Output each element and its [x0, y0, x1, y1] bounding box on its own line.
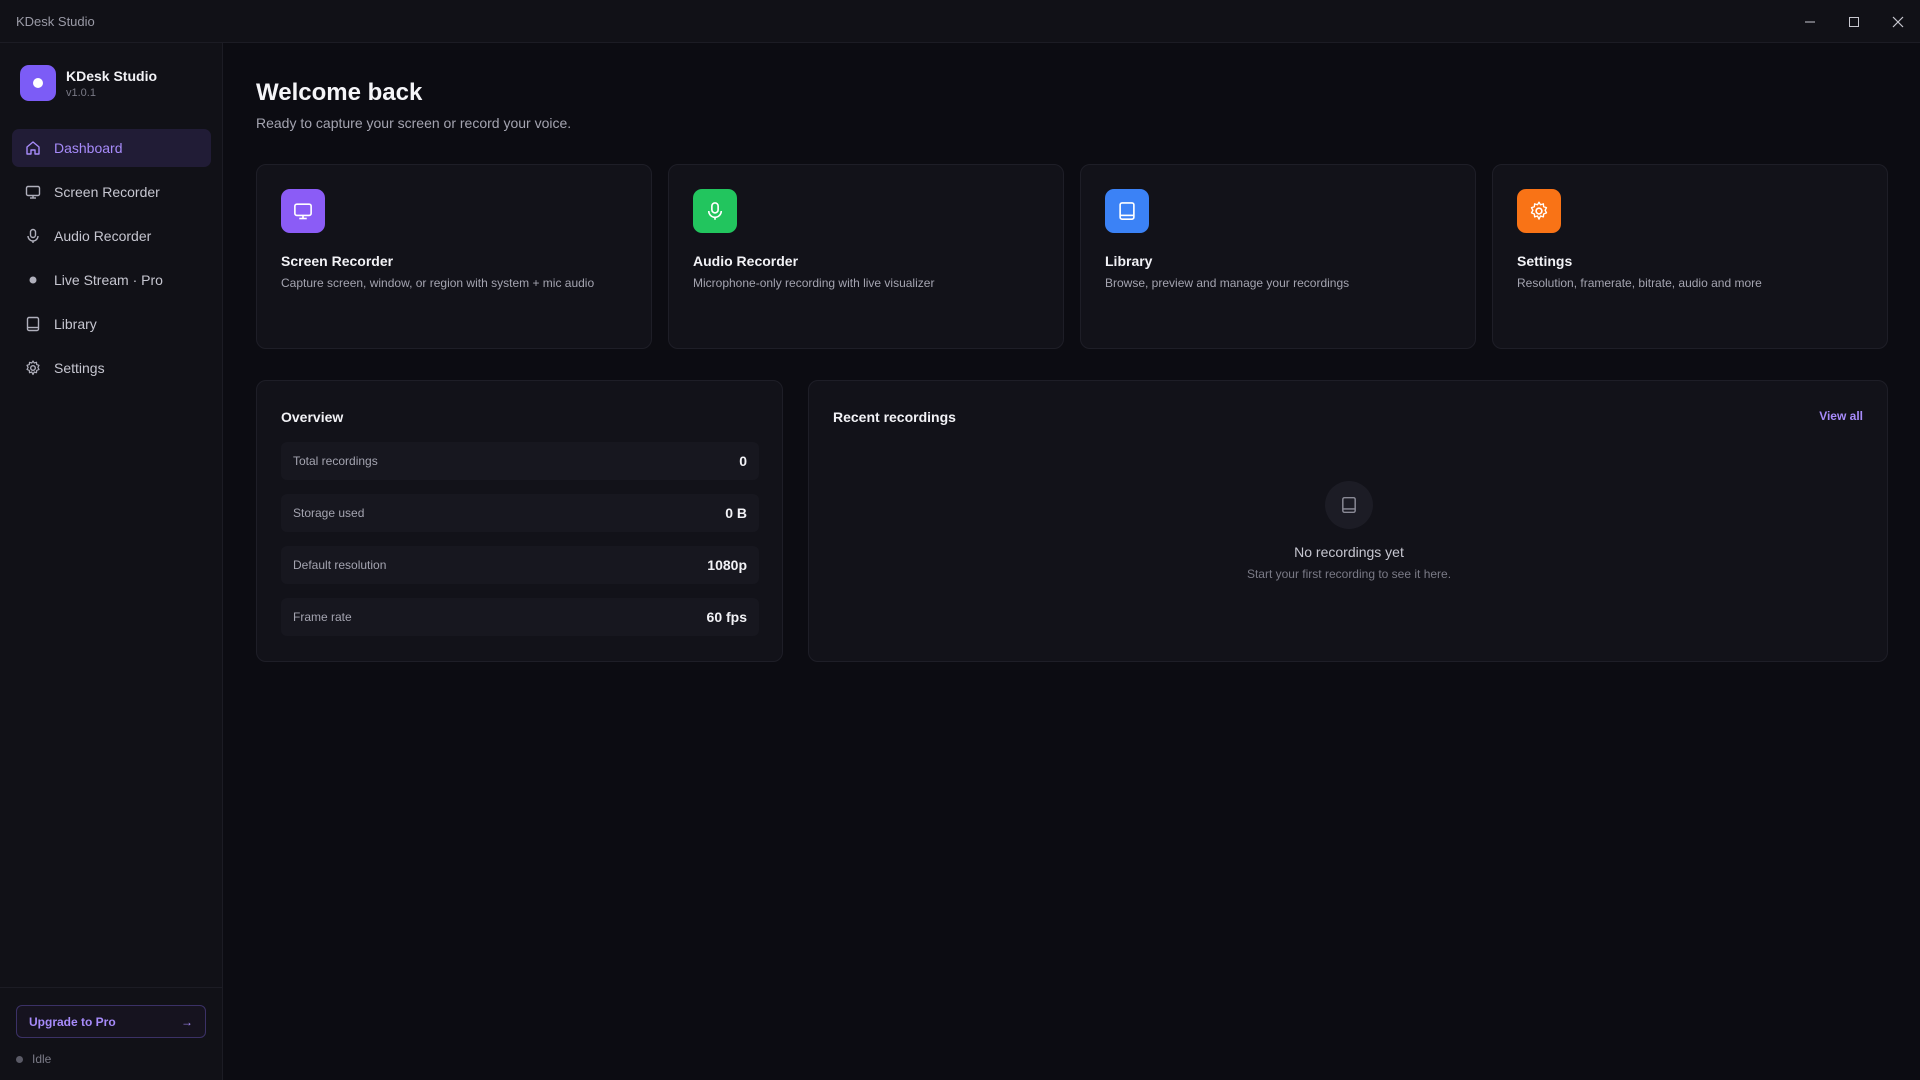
minimize-button[interactable] — [1788, 0, 1832, 43]
sidebar-nav: Dashboard Screen Recorder Audio Recorder… — [12, 129, 211, 393]
empty-state-subtitle: Start your first recording to see it her… — [1246, 567, 1452, 581]
sidebar-item-dashboard[interactable]: Dashboard — [12, 129, 211, 167]
upgrade-label: Upgrade to Pro — [29, 1014, 116, 1029]
card-title: Audio Recorder — [693, 253, 799, 269]
sidebar-item-label: Dashboard — [54, 140, 123, 156]
stat-label: Default resolution — [293, 558, 387, 572]
stat-total-recordings: Total recordings 0 — [281, 442, 759, 480]
stat-value: 60 fps — [706, 609, 747, 625]
sidebar-item-audio-recorder[interactable]: Audio Recorder — [12, 217, 211, 255]
book-icon — [1325, 481, 1373, 529]
card-library[interactable]: Library Browse, preview and manage your … — [1080, 164, 1476, 349]
card-description: Resolution, framerate, bitrate, audio an… — [1517, 276, 1762, 290]
recent-title: Recent recordings — [833, 409, 956, 425]
card-title: Settings — [1517, 253, 1573, 269]
overview-title: Overview — [281, 409, 344, 425]
brand: KDesk Studio v1.0.1 — [20, 65, 157, 101]
book-icon — [1105, 189, 1149, 233]
stat-default-resolution: Default resolution 1080p — [281, 546, 759, 584]
minimize-icon — [1805, 21, 1815, 22]
sidebar-item-label: Library — [54, 316, 97, 332]
logo-dot-icon — [33, 78, 43, 88]
close-icon — [1892, 16, 1904, 27]
arrow-right-icon: → — [181, 1014, 193, 1029]
window-title: KDesk Studio — [16, 13, 95, 29]
view-all-link[interactable]: View all — [1819, 409, 1863, 423]
card-audio-recorder[interactable]: Audio Recorder Microphone-only recording… — [668, 164, 1064, 349]
title-bar: KDesk Studio — [0, 0, 1920, 43]
app-logo — [20, 65, 56, 101]
gear-icon — [1517, 189, 1561, 233]
sidebar-item-library[interactable]: Library — [12, 305, 211, 343]
sidebar-divider — [0, 987, 223, 988]
stat-value: 1080p — [707, 557, 747, 573]
app-version: v1.0.1 — [66, 86, 96, 99]
status-indicator: Idle — [16, 1052, 51, 1066]
stat-value: 0 — [739, 453, 747, 469]
card-settings[interactable]: Settings Resolution, framerate, bitrate,… — [1492, 164, 1888, 349]
upgrade-to-pro-button[interactable]: Upgrade to Pro → — [16, 1005, 206, 1038]
stat-label: Frame rate — [293, 610, 352, 624]
card-description: Browse, preview and manage your recordin… — [1105, 276, 1350, 290]
stat-label: Total recordings — [293, 454, 378, 468]
monitor-icon — [281, 189, 325, 233]
dot-icon — [24, 271, 42, 289]
card-description: Capture screen, window, or region with s… — [281, 276, 595, 290]
card-description: Microphone-only recording with live visu… — [693, 276, 935, 290]
maximize-icon — [1849, 16, 1859, 27]
sidebar-item-settings[interactable]: Settings — [12, 349, 211, 387]
status-dot-icon — [16, 1055, 23, 1063]
sidebar-item-label: Live Stream · Pro — [54, 272, 163, 288]
stat-frame-rate: Frame rate 60 fps — [281, 598, 759, 636]
close-button[interactable] — [1876, 0, 1920, 43]
recent-recordings-panel: Recent recordings View all No recordings… — [808, 380, 1888, 662]
empty-state-title: No recordings yet — [1294, 544, 1404, 560]
window-controls — [1788, 0, 1920, 43]
brand-name: KDesk Studio — [66, 67, 158, 84]
stat-storage-used: Storage used 0 B — [281, 494, 759, 532]
card-title: Screen Recorder — [281, 253, 394, 269]
stat-label: Storage used — [293, 506, 365, 520]
maximize-button[interactable] — [1832, 0, 1876, 43]
overview-panel: Overview Total recordings 0 Storage used… — [256, 380, 783, 662]
status-text: Idle — [32, 1052, 52, 1066]
sidebar: KDesk Studio v1.0.1 Dashboard Screen Rec… — [0, 43, 223, 1080]
card-screen-recorder[interactable]: Screen Recorder Capture screen, window, … — [256, 164, 652, 349]
page-title: Welcome back — [256, 79, 423, 106]
stat-value: 0 B — [725, 505, 747, 521]
monitor-icon — [24, 183, 42, 201]
sidebar-item-label: Settings — [54, 360, 105, 376]
card-title: Library — [1105, 253, 1153, 269]
sidebar-item-label: Audio Recorder — [54, 228, 152, 244]
microphone-icon — [24, 227, 42, 245]
book-icon — [24, 315, 42, 333]
page-subtitle: Ready to capture your screen or record y… — [256, 115, 572, 131]
sidebar-item-label: Screen Recorder — [54, 184, 160, 200]
sidebar-item-live-stream[interactable]: Live Stream · Pro — [12, 261, 211, 299]
sidebar-item-screen-recorder[interactable]: Screen Recorder — [12, 173, 211, 211]
gear-icon — [24, 359, 42, 377]
home-icon — [24, 139, 42, 157]
microphone-icon — [693, 189, 737, 233]
